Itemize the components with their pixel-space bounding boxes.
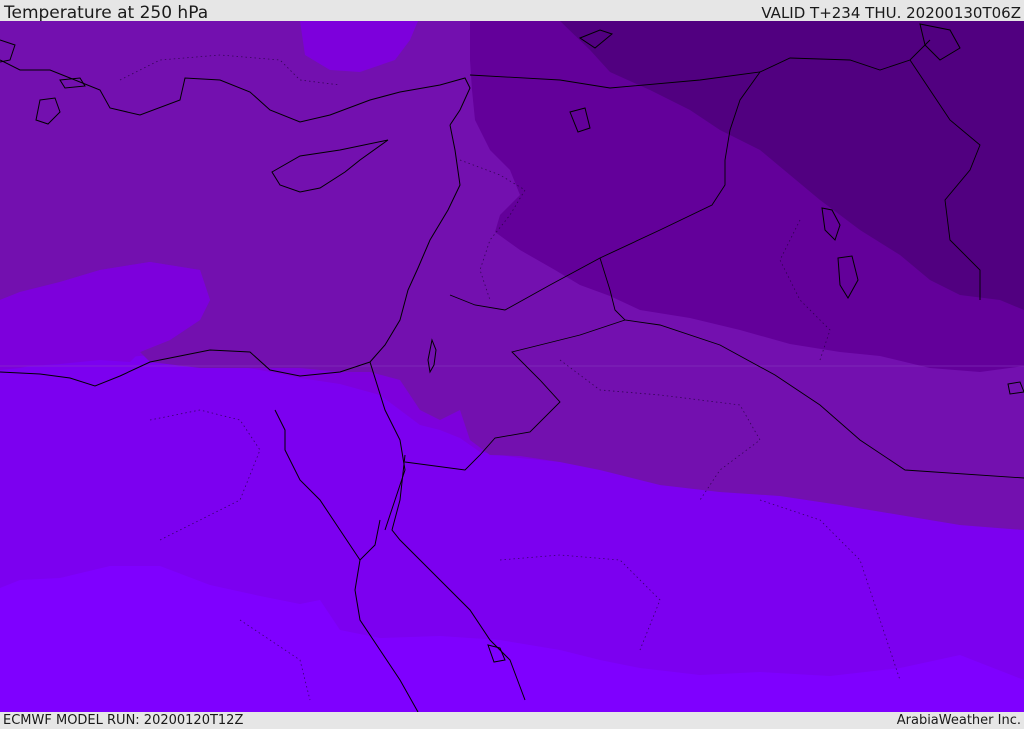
model-run-label: ECMWF MODEL RUN: 20200120T12Z [3,713,244,728]
map-title: Temperature at 250 hPa [4,3,209,23]
title-bar: Temperature at 250 hPa VALID T+234 THU. … [0,0,1024,23]
credit-label: ArabiaWeather Inc. [896,713,1021,728]
map-canvas [0,21,1024,712]
valid-time: VALID T+234 THU. 20200130T06Z [761,4,1021,22]
footer-bar: ECMWF MODEL RUN: 20200120T12Z ArabiaWeat… [0,712,1024,729]
temperature-map [0,21,1024,712]
